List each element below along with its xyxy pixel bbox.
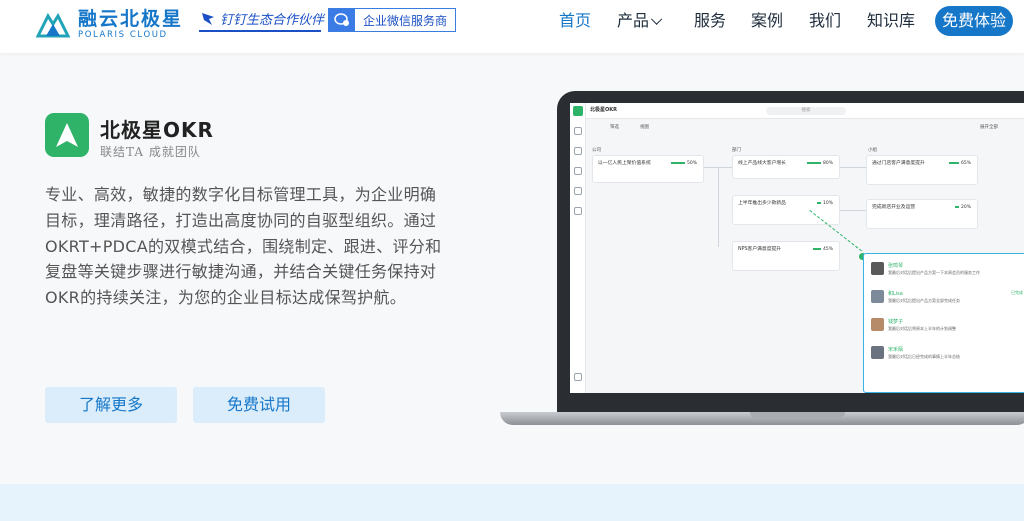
column-team-title: 小组 — [868, 148, 877, 153]
tree-connector — [718, 167, 719, 247]
toolbar-expand-all: 展开全部 — [980, 125, 998, 130]
okr-card-progress: 45% — [812, 247, 833, 252]
comment-text: 我最后对话后将原本上半年的计划调整 — [888, 326, 956, 331]
comment-text: 我最后对话后已经完成的事情上半年总结 — [888, 354, 960, 359]
okr-card-text: 线上产品线大客户增长 — [738, 161, 786, 166]
free-trial-button[interactable]: 免费试用 — [193, 387, 325, 423]
polaris-arrow-icon — [56, 123, 78, 147]
sidebar-share-icon — [574, 187, 582, 195]
comment-text: 我最后对话后提出产品方案一下本周会员的服务工作 — [888, 270, 980, 275]
nav-knowledge-base[interactable]: 知识库 — [867, 10, 915, 32]
app-title: 北极星OKR — [590, 107, 617, 113]
app-sidebar — [570, 103, 586, 393]
comment-panel: 张鸣琴 我最后对话后提出产品方案一下本周会员的服务工作 和Lisa 我最后对话后… — [863, 253, 1024, 393]
okr-card: 完成新店开业及运营 20% — [866, 199, 978, 229]
okr-card-progress: 50% — [670, 161, 697, 166]
polaris-okr-app-icon — [45, 113, 89, 157]
avatar — [871, 262, 884, 275]
nav-cases[interactable]: 案例 — [751, 10, 783, 32]
app-search-input: 搜索 — [766, 107, 846, 115]
okr-card-text: 上半年推出多少款新品 — [738, 201, 786, 206]
wecom-provider-badge: 企业微信服务商 — [328, 8, 456, 32]
badge-underline — [199, 30, 321, 32]
comment-author: 宋禾陌 — [888, 347, 904, 353]
comment-item: 宋禾陌 我最后对话后已经完成的事情上半年总结 — [871, 346, 1024, 370]
comment-author: 张鸣琴 — [888, 263, 904, 269]
product-description: 专业、高效，敏捷的数字化目标管理工具，为企业明确目标，理清路径，打造出高度协同的… — [45, 185, 442, 308]
nav-services[interactable]: 服务 — [694, 10, 726, 32]
avatar — [871, 346, 884, 359]
sidebar-target-icon — [574, 127, 582, 135]
logo-chinese-name: 融云北极星 — [78, 8, 184, 30]
comment-item: 钱梦子 我最后对话后将原本上半年的计划调整 — [871, 318, 1024, 342]
comment-author: 和Lisa — [888, 291, 903, 297]
wecom-provider-label: 企业微信服务商 — [363, 13, 448, 28]
app-logo-icon — [573, 106, 583, 116]
chevron-down-icon — [650, 13, 663, 25]
toolbar-filter: 筛选 — [610, 125, 619, 130]
sidebar-settings-icon — [574, 373, 582, 381]
okr-card-text: 完成新店开业及运营 — [872, 205, 916, 210]
column-company-title: 公司 — [592, 148, 601, 153]
sidebar-gear-icon — [574, 207, 582, 215]
okr-card: 通过门店客户满意度提升 65% — [866, 155, 978, 185]
company-logo[interactable]: 融云北极星 POLARIS CLOUD — [36, 8, 183, 40]
status-badge: 已完成 — [1011, 290, 1023, 295]
top-header: 融云北极星 POLARIS CLOUD 钉钉生态合作伙伴 企业微信服务商 首页 … — [0, 0, 1024, 53]
sidebar-calendar-icon — [574, 147, 582, 155]
okr-card-progress: 20% — [954, 205, 971, 210]
laptop-screen-app-preview: 北极星OKR 搜索 筛选 视图 展开全部 公司 以一亿人民上架价值系统 50% … — [570, 103, 1024, 393]
comment-text: 我最后对话后提出产品方案全部完成任务 — [888, 298, 960, 303]
okr-card-progress: 80% — [806, 161, 833, 166]
comment-author: 钱梦子 — [888, 319, 904, 325]
okr-card: 以一亿人民上架价值系统 50% — [592, 155, 704, 183]
avatar — [871, 290, 884, 303]
column-dept-title: 部门 — [732, 148, 741, 153]
okr-card-progress: 65% — [948, 161, 971, 166]
sidebar-task-icon — [574, 167, 582, 175]
app-toolbar: 筛选 视图 展开全部 — [586, 121, 1024, 135]
nav-products-label: 产品 — [617, 11, 650, 30]
product-title: 北极星OKR — [100, 118, 214, 142]
dingtalk-partner-label: 钉钉生态合作伙伴 — [220, 13, 325, 28]
nav-home[interactable]: 首页 — [559, 10, 591, 32]
bottom-section-band — [0, 484, 1024, 521]
laptop-notch — [750, 412, 845, 418]
tree-connector — [840, 210, 866, 211]
nav-about[interactable]: 我们 — [809, 10, 841, 32]
okr-card-text: 通过门店客户满意度提升 — [872, 161, 925, 166]
logo-english-name: POLARIS CLOUD — [78, 30, 168, 40]
polaris-logo-icon — [36, 12, 70, 38]
product-slogan: 联结TA 成就团队 — [100, 145, 201, 159]
tree-connector — [840, 167, 866, 168]
okr-card: NPS客户满意度提升 45% — [732, 241, 840, 271]
dingtalk-partner-badge: 钉钉生态合作伙伴 — [199, 9, 325, 32]
comment-item: 张鸣琴 我最后对话后提出产品方案一下本周会员的服务工作 — [871, 262, 1024, 286]
okr-card-progress: 10% — [816, 201, 833, 206]
wecom-icon — [329, 9, 355, 31]
dingtalk-icon — [202, 12, 214, 25]
okr-card-text: 以一亿人民上架价值系统 — [598, 161, 651, 166]
app-topbar: 北极星OKR 搜索 — [586, 103, 1024, 119]
okr-card: 线上产品线大客户增长 80% — [732, 155, 840, 179]
toolbar-view: 视图 — [640, 125, 649, 130]
avatar — [871, 318, 884, 331]
okr-card-text: NPS客户满意度提升 — [738, 247, 782, 252]
free-experience-button[interactable]: 免费体验 — [935, 6, 1013, 36]
learn-more-button[interactable]: 了解更多 — [45, 387, 177, 423]
comment-item: 和Lisa 我最后对话后提出产品方案全部完成任务 已完成 — [871, 290, 1024, 314]
nav-products[interactable]: 产品 — [617, 10, 663, 32]
